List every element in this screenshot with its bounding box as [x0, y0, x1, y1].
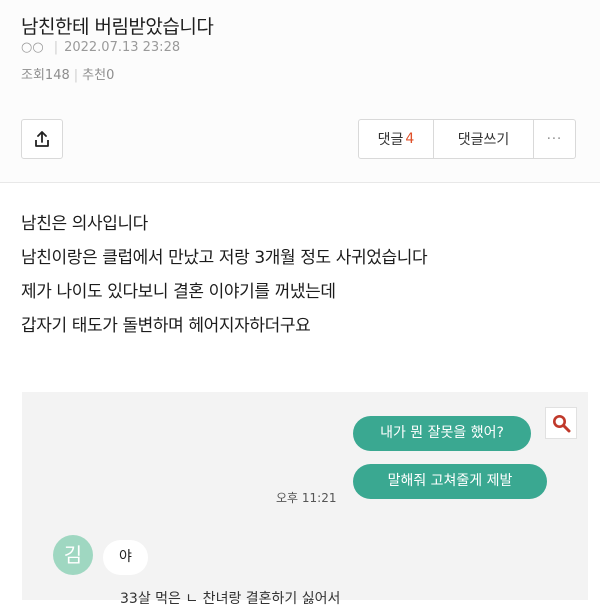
- post-actions: 댓글 4 댓글쓰기 ···: [358, 119, 576, 159]
- share-button[interactable]: [21, 119, 63, 159]
- post-datetime: 2022.07.13 23:28: [64, 40, 181, 55]
- stats-divider: |: [73, 68, 79, 83]
- write-comment-button[interactable]: 댓글쓰기: [434, 119, 534, 159]
- likes-label: 추천: [82, 68, 107, 83]
- post-meta: ○○ | 2022.07.13 23:28: [21, 40, 180, 55]
- body-line: 갑자기 태도가 돌변하며 헤어지자하더구요: [21, 316, 311, 336]
- body-line: 남친은 의사입니다: [21, 214, 148, 234]
- comments-label: 댓글: [377, 132, 404, 148]
- zoom-search-button[interactable]: [545, 407, 577, 439]
- post-body: 남친은 의사입니다 남친이랑은 클럽에서 만났고 저랑 3개월 정도 사귀었습니…: [21, 207, 428, 343]
- search-icon: [553, 415, 571, 433]
- meta-divider: |: [53, 40, 59, 55]
- chat-bubble-incoming: 야: [103, 540, 148, 575]
- author-name[interactable]: ○○: [21, 40, 44, 55]
- post-stats: 조회148 | 추천0: [21, 64, 114, 83]
- header-divider: [0, 182, 600, 183]
- share-icon: [35, 131, 49, 147]
- more-button[interactable]: ···: [534, 119, 576, 159]
- views-count: 148: [44, 68, 70, 83]
- chat-bubble-outgoing: 말해줘 고쳐줄게 제발: [353, 464, 547, 499]
- post-header: 남친한테 버림받았습니다 ○○ | 2022.07.13 23:28 조회148 | 추…: [0, 0, 600, 182]
- avatar: 김: [53, 535, 93, 575]
- chat-bubble-cut-off: 33살 먹은 ㄴ 찬녀랑 결혼하기 싫어서: [120, 591, 341, 607]
- chat-bubble-outgoing: 내가 뭔 잘못을 했어?: [353, 416, 531, 451]
- more-icon: ···: [546, 131, 563, 147]
- body-line: 남친이랑은 클럽에서 만났고 저랑 3개월 정도 사귀었습니다: [21, 248, 428, 268]
- chat-timestamp: 오후 11:21: [276, 491, 337, 505]
- likes-count: 0: [106, 68, 115, 83]
- post-title: 남친한테 버림받았습니다: [21, 16, 214, 38]
- body-line: 제가 나이도 있다보니 결혼 이야기를 꺼냈는데: [21, 282, 336, 302]
- views-label: 조회: [21, 68, 45, 83]
- comments-count: 4: [405, 131, 415, 147]
- comments-button[interactable]: 댓글 4: [358, 119, 434, 159]
